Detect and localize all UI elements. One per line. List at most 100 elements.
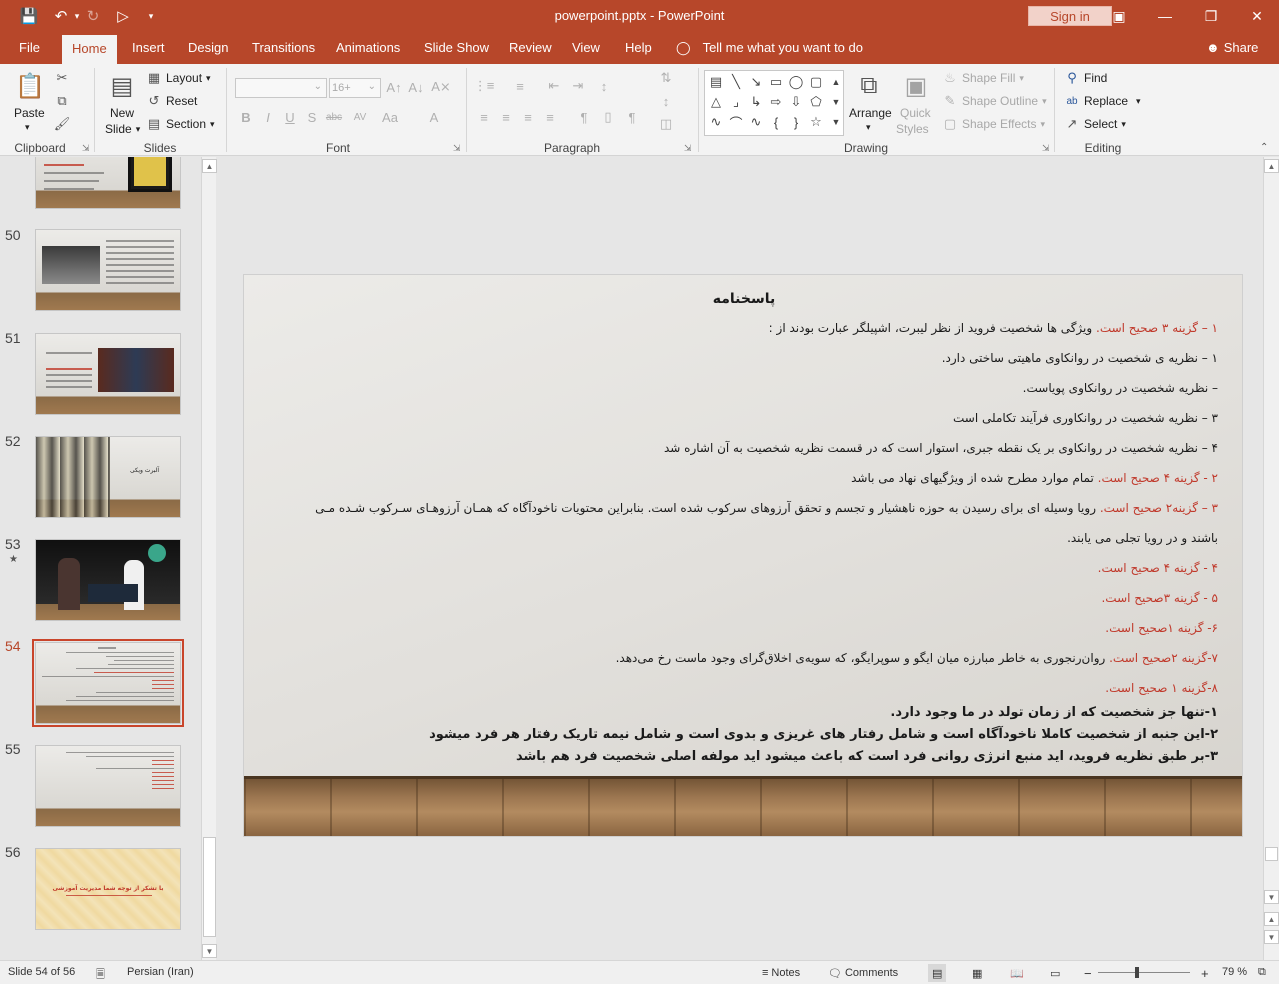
slide-title[interactable]: پاسخنامه [244, 291, 1242, 307]
freeform-shape-icon[interactable]: ∿ [707, 113, 725, 131]
sign-in-button[interactable]: Sign in [1028, 6, 1112, 26]
answer-line[interactable]: ۶- گزینه ۱صحیح است. [1105, 621, 1218, 635]
scrollbar-thumb[interactable] [203, 837, 216, 937]
scroll-down-icon[interactable]: ▼ [1264, 890, 1279, 904]
answer-line[interactable]: ۱ – نظریه ی شخصیت در روانکاوی ماهیتی ساخ… [942, 351, 1218, 365]
id-description-line[interactable]: ۱-تنها جز شخصیت که از زمان تولد در ما وج… [890, 705, 1218, 720]
fit-to-window-icon[interactable]: ⧉ [1258, 966, 1266, 979]
shapes-gallery[interactable]: ▤ ╲ ↘ ▭ ◯ ▢ △ ⌟ ↳ ⇨ ⇩ ⬠ ∿ ⌒ ∿ { } ☆ ▲ ▼ … [704, 70, 844, 136]
rounded-rect-shape-icon[interactable]: ▢ [807, 73, 825, 91]
zoom-in-button[interactable]: + [1201, 964, 1209, 982]
replace-button[interactable]: ab Replace ▾ [1064, 93, 1140, 109]
arrange-button[interactable]: Arrange [849, 106, 892, 120]
new-slide-label-1[interactable]: New [110, 106, 134, 120]
new-slide-icon[interactable]: ▤ [106, 70, 138, 102]
restore-icon[interactable]: ❐ [1193, 4, 1229, 28]
answer-line[interactable]: ۴ - گزینه ۴ صحیح است. [1098, 561, 1218, 575]
gallery-down-icon[interactable]: ▼ [827, 93, 845, 111]
id-description-line[interactable]: ۲-این جنبه از شخصیت کاملا ناخودآگاه است … [429, 727, 1218, 742]
spelling-icon[interactable]: 🗏 [96, 966, 105, 984]
tab-file[interactable]: File [9, 32, 50, 64]
answer-line[interactable]: – نظریه شخصیت در روانکاوی پویاست. [1023, 381, 1218, 395]
tab-animations[interactable]: Animations [326, 32, 410, 64]
curve-shape-icon[interactable]: ∿ [747, 113, 765, 131]
customize-toolbar-icon[interactable]: ▾ [140, 6, 162, 26]
find-button[interactable]: ⚲ Find [1064, 70, 1107, 86]
arc-shape-icon[interactable]: ⌒ [727, 113, 745, 131]
reading-view-icon[interactable]: 📖 [1010, 964, 1024, 982]
comments-button[interactable]: 🗨 Comments [828, 964, 898, 982]
left-brace-shape-icon[interactable]: { [767, 113, 785, 131]
save-icon[interactable]: 💾 [18, 6, 40, 26]
tab-home[interactable]: Home [62, 35, 117, 64]
star-shape-icon[interactable]: ☆ [807, 113, 825, 131]
paste-button[interactable]: Paste [14, 106, 45, 120]
next-slide-icon[interactable]: ▼ [1264, 930, 1279, 944]
tab-review[interactable]: Review [499, 32, 562, 64]
new-slide-label-2[interactable]: Slide ▾ [105, 122, 140, 136]
scroll-up-icon[interactable]: ▲ [202, 159, 217, 173]
tell-me-search[interactable]: ◯ Tell me what you want to do [676, 32, 863, 64]
font-launcher-icon[interactable]: ⇲ [453, 143, 461, 154]
normal-view-icon[interactable]: ▤ [928, 964, 947, 982]
collapse-ribbon-icon[interactable]: ⌃ [1260, 142, 1268, 153]
answer-line[interactable]: ۳ – گزینه۲ صحیح است. رویا وسیله ای برای … [315, 501, 1218, 515]
slide-show-icon[interactable]: ▭ [1050, 964, 1060, 982]
scrollbar-thumb[interactable] [1265, 847, 1278, 861]
slide-thumbnail-55[interactable] [35, 745, 181, 827]
zoom-slider-thumb[interactable] [1135, 967, 1139, 978]
zoom-level[interactable]: 79 % [1222, 966, 1247, 978]
rectangle-shape-icon[interactable]: ▭ [767, 73, 785, 91]
textbox-shape-icon[interactable]: ▤ [707, 73, 725, 91]
tab-help[interactable]: Help [615, 32, 662, 64]
slide-thumbnail-51[interactable] [35, 333, 181, 415]
answer-line[interactable]: ۴ – نظریه شخصیت در روانکاوی بر یک نقطه ج… [664, 441, 1218, 455]
oval-shape-icon[interactable]: ◯ [787, 73, 805, 91]
paste-icon[interactable]: 📋 [14, 70, 46, 102]
answer-line[interactable]: ۵ - گزینه ۳صحیح است. [1101, 591, 1218, 605]
clipboard-launcher-icon[interactable]: ⇲ [82, 143, 90, 154]
minimize-icon[interactable]: — [1147, 4, 1183, 28]
gallery-up-icon[interactable]: ▲ [827, 73, 845, 91]
elbow-arrow-shape-icon[interactable]: ↳ [747, 93, 765, 111]
arrow-line-shape-icon[interactable]: ↘ [747, 73, 765, 91]
elbow-connector-shape-icon[interactable]: ⌟ [727, 93, 745, 111]
language-indicator[interactable]: Persian (Iran) [127, 966, 194, 978]
slide-thumbnail-52[interactable]: آلبرت ویکی [35, 436, 181, 518]
slide-thumbnail-53[interactable] [35, 539, 181, 621]
pentagon-shape-icon[interactable]: ⬠ [807, 93, 825, 111]
slide-sorter-icon[interactable]: ▦ [972, 964, 982, 982]
id-description-line[interactable]: ۳-بر طبق نظریه فروید، اید منبع انرژی روا… [516, 749, 1218, 764]
cut-icon[interactable]: ✂ [54, 70, 70, 86]
share-button[interactable]: ☻ Share [1206, 32, 1258, 64]
paragraph-launcher-icon[interactable]: ⇲ [684, 143, 692, 154]
notes-button[interactable]: ≡ Notes [762, 964, 800, 982]
ribbon-display-options-icon[interactable]: ▣ [1101, 4, 1137, 28]
tab-design[interactable]: Design [178, 32, 238, 64]
layout-button[interactable]: ▦ Layout ▾ [146, 70, 211, 86]
right-arrow-shape-icon[interactable]: ⇨ [767, 93, 785, 111]
answer-line[interactable]: باشند و در رویا تجلی می یابند. [1067, 531, 1218, 545]
line-shape-icon[interactable]: ╲ [727, 73, 745, 91]
copy-icon[interactable]: ⧉ [54, 93, 70, 109]
zoom-slider-track[interactable] [1098, 972, 1190, 973]
slide-thumbnail-54[interactable] [32, 639, 184, 727]
arrange-icon[interactable]: ⧉ [853, 70, 885, 102]
reset-button[interactable]: ↺ Reset [146, 93, 198, 109]
thumbnails-scrollbar[interactable]: ▲ ▼ [201, 157, 217, 960]
triangle-shape-icon[interactable]: △ [707, 93, 725, 111]
current-slide[interactable]: پاسخنامه ۱ – گزینه ۳ صحیح است. ویژگی ها … [243, 274, 1243, 837]
paste-dropdown-icon[interactable]: ▾ [25, 122, 30, 133]
tab-insert[interactable]: Insert [122, 32, 175, 64]
slide-thumbnail-49[interactable] [35, 157, 181, 209]
format-painter-icon[interactable]: 🖌 [54, 116, 71, 132]
down-arrow-shape-icon[interactable]: ⇩ [787, 93, 805, 111]
answer-line[interactable]: ۱ – گزینه ۳ صحیح است. ویژگی ها شخصیت فرو… [769, 321, 1218, 335]
tab-view[interactable]: View [562, 32, 610, 64]
answer-line[interactable]: ۸-گزینه ۱ صحیح است. [1105, 681, 1218, 695]
answer-line[interactable]: ۷-گزینه ۲صحیح است. روان‌رنجوری به خاطر م… [616, 651, 1218, 665]
close-icon[interactable]: ✕ [1239, 4, 1275, 28]
arrange-dropdown-icon[interactable]: ▾ [866, 122, 871, 133]
scroll-up-icon[interactable]: ▲ [1264, 159, 1279, 173]
zoom-out-button[interactable]: − [1084, 964, 1092, 982]
